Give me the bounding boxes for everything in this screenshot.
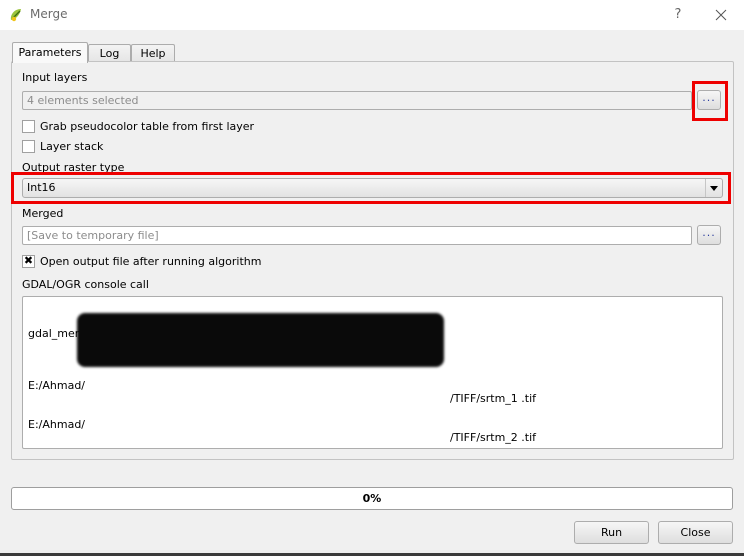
run-button[interactable]: Run <box>574 521 649 544</box>
console-call-label: GDAL/OGR console call <box>22 278 149 291</box>
help-button[interactable]: ? <box>668 5 688 25</box>
close-icon <box>715 9 727 21</box>
progress-label: 0% <box>362 492 382 505</box>
output-raster-type-value: Int16 <box>27 181 56 194</box>
merged-browse-button[interactable]: ... <box>697 225 721 245</box>
chevron-down-icon[interactable] <box>705 179 722 197</box>
tab-parameters[interactable]: Parameters <box>12 42 88 63</box>
layer-stack-option[interactable]: Layer stack <box>22 139 103 153</box>
qgis-logo-icon <box>10 9 21 22</box>
open-output-option[interactable]: Open output file after running algorithm <box>22 254 261 268</box>
title-bar: Merge ? <box>0 0 744 30</box>
console-file-line: E:/Ahmad/ /TIFF/srtm_1 .tif <box>28 379 537 405</box>
open-output-label: Open output file after running algorithm <box>40 254 262 268</box>
console-file-line: E:/Ahmad/ /TIFF/srtm_2 .tif <box>28 418 537 444</box>
merged-output-field[interactable]: [Save to temporary file] <box>22 226 692 245</box>
merged-label: Merged <box>22 207 64 220</box>
redaction-mark <box>77 313 444 367</box>
grab-pseudocolor-option[interactable]: Grab pseudocolor table from first layer <box>22 119 254 133</box>
grab-pseudocolor-checkbox[interactable] <box>22 119 35 133</box>
input-layers-field: 4 elements selected <box>22 91 692 110</box>
tab-help[interactable]: Help <box>131 44 175 62</box>
output-raster-type-label: Output raster type <box>22 161 125 174</box>
input-layers-browse-button[interactable]: ... <box>697 90 721 110</box>
output-raster-type-select[interactable]: Int16 <box>22 178 723 198</box>
grab-pseudocolor-label: Grab pseudocolor table from first layer <box>40 119 255 133</box>
input-layers-label: Input layers <box>22 71 88 84</box>
layer-stack-checkbox[interactable] <box>22 139 35 153</box>
close-window-button[interactable] <box>710 5 732 25</box>
open-output-checkbox[interactable] <box>22 254 35 268</box>
layer-stack-label: Layer stack <box>40 139 104 153</box>
help-icon: ? <box>674 7 682 22</box>
console-file-line: E:/Ahmad/ /TIFF/srtm_3 .tif <box>28 444 717 448</box>
progress-bar: 0% <box>11 487 733 510</box>
window-title: Merge <box>30 7 68 21</box>
close-button[interactable]: Close <box>658 521 733 544</box>
tab-log[interactable]: Log <box>88 44 131 62</box>
